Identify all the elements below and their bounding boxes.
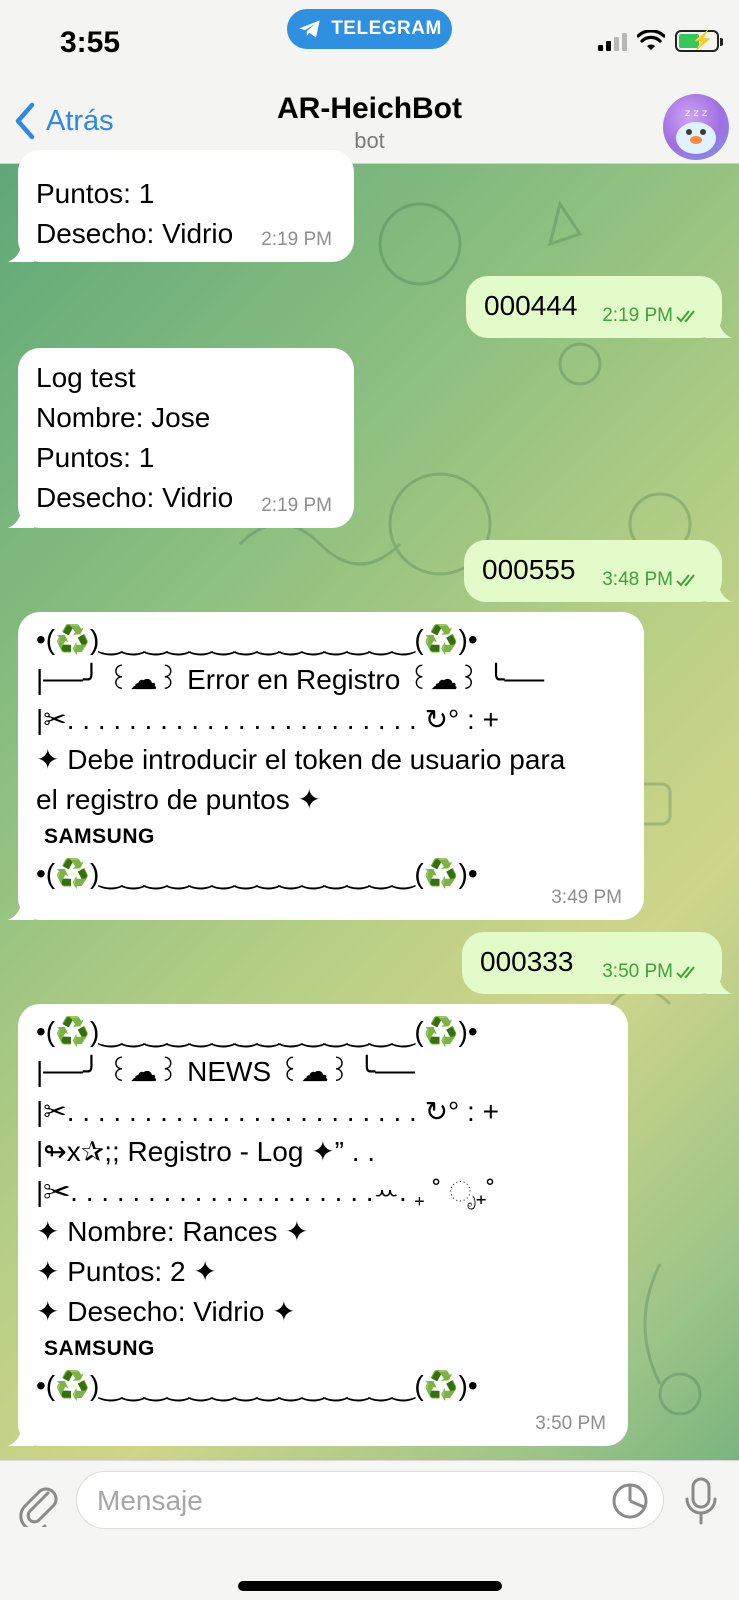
double-check-icon [676,966,695,979]
bubble-tail [706,970,732,994]
message-time: 2:19 PM [261,229,332,250]
bubble-tail [8,504,34,528]
message-incoming[interactable]: Log test Nombre: Jose Puntos: 1 Desecho:… [8,348,354,528]
message-line: |──╯ ꒰☁︎꒱ NEWS ꒰☁︎꒱ ╰── [36,1056,415,1087]
double-check-icon [676,310,695,323]
chat-title[interactable]: AR-HeichBot [0,92,739,126]
message-line: Puntos: 1 [36,178,155,209]
brand-label: SAMSUNG [44,1337,155,1360]
message-incoming[interactable]: Puntos: 1 Desecho: Vidrio 2:19 PM [8,150,354,262]
message-time-status: 2:19 PM [602,306,700,326]
message-line: ✦ Desecho: Vidrio ✦ [36,1296,296,1327]
decorative-border-bottom: •(♻️)‿‿‿‿‿‿‿‿‿‿‿‿‿‿(♻️)• [36,1370,478,1401]
telegram-pill[interactable]: TELEGRAM [287,9,452,49]
telegram-icon [299,20,320,38]
brand-label: SAMSUNG [44,825,155,848]
message-time: 3:50 PM [535,1413,606,1434]
svg-text:z z z: z z z [685,108,707,119]
bot-avatar[interactable]: z z z [663,94,729,160]
message-outgoing[interactable]: 000555 3:48 PM [464,540,732,602]
bird-avatar-icon: z z z [676,108,716,154]
bubble-tail [8,896,34,920]
message-time: 3:49 PM [551,887,622,908]
message-outgoing[interactable]: 000444 2:19 PM [466,276,732,338]
message-line: el registro de puntos ✦ [36,784,321,815]
status-time: 3:55 [60,26,121,59]
message-line: ✦ Puntos: 2 ✦ [36,1256,217,1287]
bubble-tail [706,578,732,602]
double-check-icon [676,574,695,587]
message-line: |✂. . . . . . . . . . . . . . . . . . . … [36,1176,496,1207]
message-time: 2:19 PM [602,305,673,326]
bubble-tail [706,314,732,338]
status-icons: ⚡ [598,30,723,52]
message-time: 2:19 PM [261,495,332,516]
bubble-tail [8,1422,34,1446]
mic-icon[interactable] [683,1477,719,1527]
decorative-border-top: •(♻️)‿‿‿‿‿‿‿‿‿‿‿‿‿‿(♻️)• [36,624,478,655]
message-line: |↬x✰;; Registro - Log ✦” . . [36,1136,376,1167]
message-incoming-error[interactable]: •(♻️)‿‿‿‿‿‿‿‿‿‿‿‿‿‿(♻️)• |──╯ ꒰☁︎꒱ Error… [8,612,644,920]
message-time: 3:50 PM [602,961,673,982]
message-line: Puntos: 1 [36,442,155,473]
composer-bar [0,1460,739,1600]
message-line: ✦ Nombre: Rances ✦ [36,1216,309,1247]
message-time-status: 3:50 PM [602,962,700,982]
signal-icon [598,31,627,51]
message-time-status: 3:48 PM [602,570,700,590]
message-line: |✂. . . . . . . . . . . . . . . . . . . … [36,704,499,735]
message-line: ✦ Debe introducir el token de usuario pa… [36,744,566,775]
top-bar: 3:55 TELEGRAM ⚡ Atrás AR-HeichBot bot z … [0,0,739,164]
message-line: |──╯ ꒰☁︎꒱ Error en Registro ꒰☁︎꒱ ╰── [36,664,545,695]
message-time: 3:48 PM [602,569,673,590]
sticker-icon[interactable] [611,1482,649,1520]
wifi-icon [637,30,665,50]
message-input-wrapper[interactable] [76,1471,664,1529]
bubble-tail [8,238,34,262]
decorative-border-top: •(♻️)‿‿‿‿‿‿‿‿‿‿‿‿‿‿(♻️)• [36,1016,478,1047]
telegram-pill-label: TELEGRAM [331,18,442,39]
message-outgoing[interactable]: 000333 3:50 PM [462,932,732,994]
message-line: |✂. . . . . . . . . . . . . . . . . . . … [36,1096,499,1127]
message-input[interactable] [97,1482,577,1520]
battery-icon: ⚡ [675,30,723,52]
home-indicator [238,1581,502,1591]
message-line: Log test [36,362,136,393]
message-line: Nombre: Jose [36,402,211,433]
message-incoming-news[interactable]: •(♻️)‿‿‿‿‿‿‿‿‿‿‿‿‿‿(♻️)• |──╯ ꒰☁︎꒱ NEWS … [8,1004,628,1446]
attach-icon[interactable] [18,1481,58,1527]
